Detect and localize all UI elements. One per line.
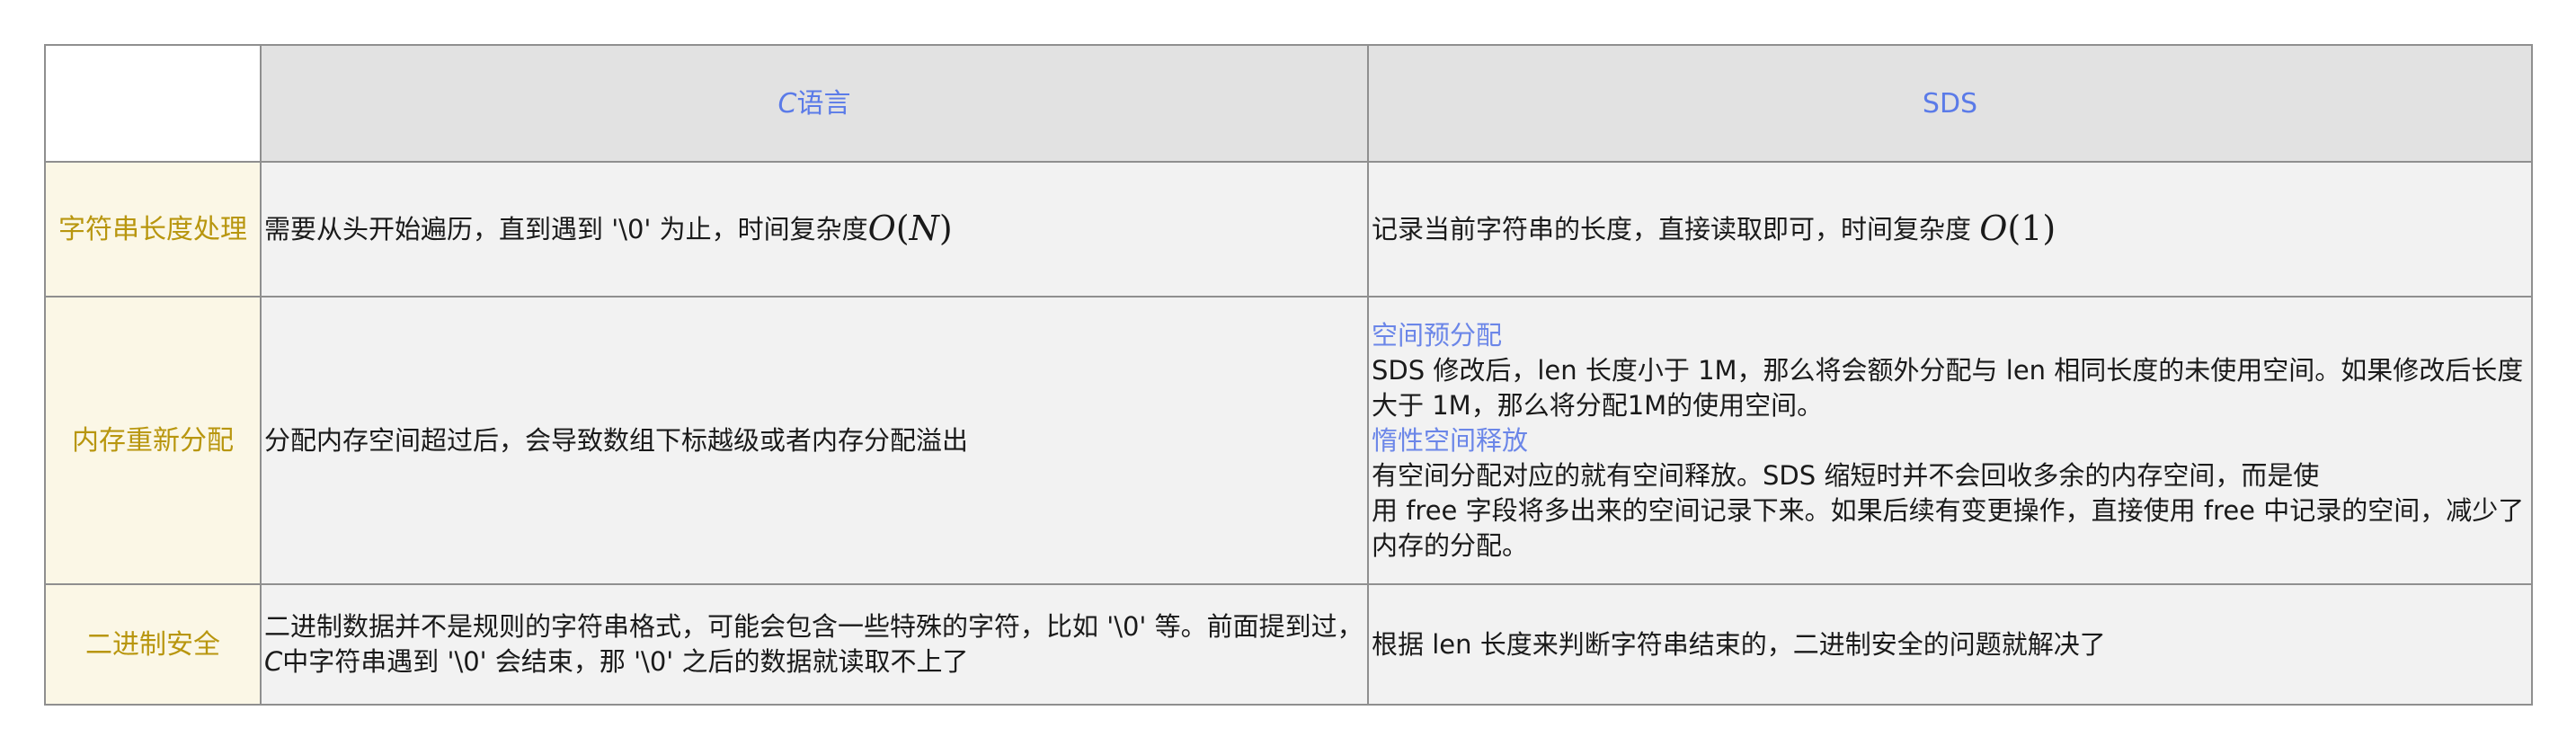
- cell-c-string-length: 需要从头开始遍历，直到遇到 '\0' 为止，时间复杂度O(N): [260, 161, 1369, 298]
- big-o-n-formula: O(N): [867, 209, 953, 248]
- big-o-symbol: O: [867, 209, 896, 248]
- cell-c-binary-safe: 二进制数据并不是规则的字符串格式，可能会包含一些特殊的字符，比如 '\0' 等。…: [260, 583, 1369, 706]
- column-header-c-language: C语言: [260, 44, 1369, 163]
- big-o-argument: N: [909, 209, 939, 248]
- row-label-string-length: 字符串长度处理: [44, 161, 262, 298]
- cell-sds-binary-safe: 根据 len 长度来判断字符串结束的，二进制安全的问题就解决了: [1367, 583, 2533, 706]
- c-letter: C: [777, 87, 797, 120]
- text-lazy-space-free-line-2: 用 free 字段将多出来的空间记录下来。如果后续有变更操作，直接使用 free…: [1372, 494, 2525, 561]
- subheading-space-preallocation: 空间预分配: [1372, 319, 1503, 351]
- cell-c-memory-realloc: 分配内存空间超过后，会导致数组下标越级或者内存分配溢出: [260, 296, 1369, 585]
- table-row-string-length: 字符串长度处理 需要从头开始遍历，直到遇到 '\0' 为止，时间复杂度O(N) …: [44, 161, 2533, 298]
- comparison-table: C语言 SDS 字符串长度处理 需要从头开始遍历，直到遇到 '\0' 为止，时间…: [44, 44, 2533, 706]
- text-space-preallocation: SDS 修改后，len 长度小于 1M，那么将会额外分配与 len 相同长度的未…: [1372, 354, 2524, 421]
- cell-sds-string-length: 记录当前字符串的长度，直接读取即可，时间复杂度 O(1): [1367, 161, 2533, 298]
- sds-length-text: 记录当前字符串的长度，直接读取即可，时间复杂度: [1372, 214, 1980, 244]
- row-label-binary-safe: 二进制安全: [44, 583, 262, 706]
- big-o-argument: 1: [2021, 209, 2043, 248]
- cell-sds-memory-realloc: 空间预分配 SDS 修改后，len 长度小于 1M，那么将会额外分配与 len …: [1367, 296, 2533, 585]
- subheading-lazy-space-free: 惰性空间释放: [1372, 424, 1529, 456]
- table-corner-cell: [44, 44, 262, 163]
- comparison-table-container: C语言 SDS 字符串长度处理 需要从头开始遍历，直到遇到 '\0' 为止，时间…: [44, 44, 2533, 706]
- c-length-text: 需要从头开始遍历，直到遇到 '\0' 为止，时间复杂度: [264, 214, 868, 244]
- column-header-sds: SDS: [1367, 44, 2533, 163]
- table-row-memory-realloc: 内存重新分配 分配内存空间超过后，会导致数组下标越级或者内存分配溢出 空间预分配…: [44, 296, 2533, 585]
- table-row-binary-safe: 二进制安全 二进制数据并不是规则的字符串格式，可能会包含一些特殊的字符，比如 '…: [44, 583, 2533, 706]
- text-lazy-space-free-line-1: 有空间分配对应的就有空间释放。SDS 缩短时并不会回收多余的内存空间，而是使: [1372, 459, 2320, 491]
- c-letter: C: [264, 646, 283, 677]
- big-o-1-formula: O(1): [1979, 209, 2056, 248]
- big-o-symbol: O: [1979, 209, 2008, 248]
- language-suffix: 语言: [796, 87, 851, 120]
- c-binary-text-2: 中字符串遇到 '\0' 会结束，那 '\0' 之后的数据就读取不上了: [282, 646, 969, 677]
- row-label-memory-realloc: 内存重新分配: [44, 296, 262, 585]
- c-binary-text-1: 二进制数据并不是规则的字符串格式，可能会包含一些特殊的字符，比如 '\0' 等。…: [264, 611, 1364, 642]
- table-header-row: C语言 SDS: [44, 44, 2533, 163]
